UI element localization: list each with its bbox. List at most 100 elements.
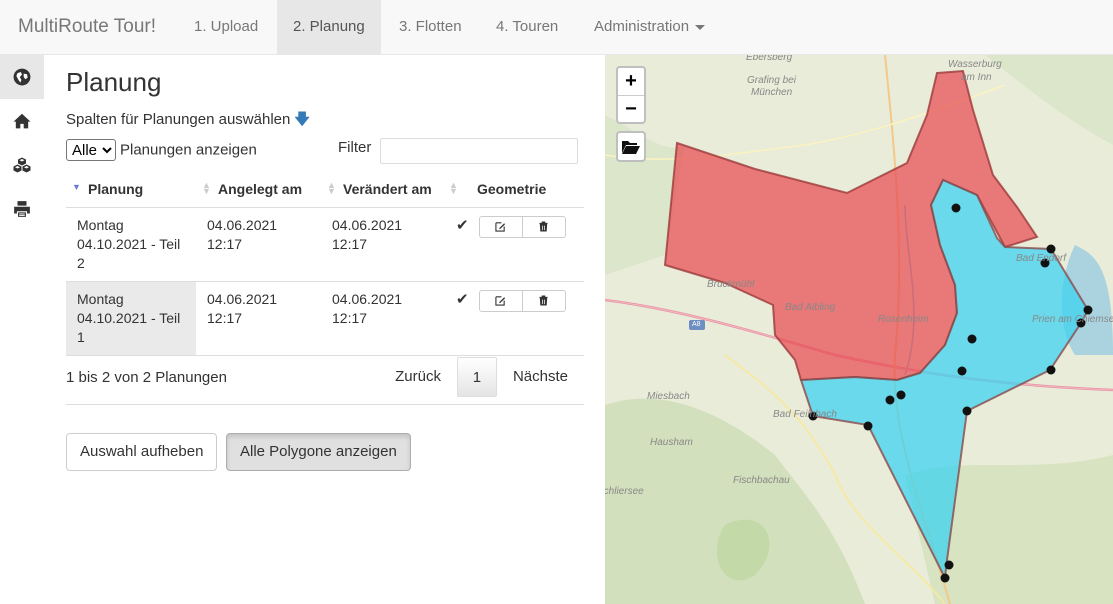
column-selector-link[interactable]: Spalten für Planungen auswählen 🡇: [66, 109, 310, 134]
caret-down-icon: [695, 24, 706, 30]
edit-icon: [495, 296, 506, 306]
column-header-veraendert[interactable]: ▲ ▼ Verändert am: [321, 171, 449, 208]
navbar: MultiRoute Tour! 1. Upload 2. Planung 3.…: [0, 0, 1113, 55]
sort-both-icon: ▲ ▼: [449, 180, 458, 196]
cell-text: Montag: [77, 216, 124, 233]
column-header-label: Geometrie: [477, 180, 547, 197]
map-label-town: Schliersee: [605, 486, 644, 497]
zoom-in-button[interactable]: +: [618, 68, 644, 95]
edit-geometry-button[interactable]: [478, 289, 523, 312]
cell-planung: Montag 04.10.2021 - Teil 1: [66, 281, 196, 356]
column-header-label: Planung: [88, 180, 144, 197]
check-icon: ✔: [456, 216, 469, 234]
next-page-button[interactable]: Nächste: [497, 357, 584, 397]
map-label-town: Wasserburg: [948, 59, 1002, 70]
cell-angelegt: 04.06.2021 12:17: [196, 207, 321, 282]
cell-planung: Montag 04.10.2021 - Teil 2: [66, 207, 196, 282]
delete-geometry-button[interactable]: [521, 289, 566, 312]
sort-both-icon: ▲ ▼: [202, 180, 211, 196]
column-header-angelegt[interactable]: ▲ ▼ Angelegt am: [196, 171, 321, 208]
map-canvas[interactable]: [605, 55, 1113, 604]
table-row[interactable]: Montag 04.10.2021 - Teil 1 04.06.2021 12:17…: [66, 281, 584, 356]
column-header-planung[interactable]: ▼ Planung: [66, 171, 196, 208]
nav-flotten[interactable]: 3. Flotten: [383, 0, 478, 54]
open-folder-button[interactable]: [616, 131, 646, 162]
cell-geometrie: ✔: [449, 207, 584, 282]
sidebar-cubes-button[interactable]: [0, 143, 44, 187]
length-select[interactable]: Alle: [66, 139, 116, 161]
arrow-down-icon: 🡇: [294, 111, 310, 128]
filter-control: Filter: [338, 138, 578, 164]
map-label-town: Bad Aibling: [785, 302, 836, 313]
map-label-town: Bad Endorf: [1016, 253, 1067, 264]
cell-geometrie: ✔: [449, 281, 584, 356]
sidebar-globe-button[interactable]: [0, 55, 44, 99]
table-row[interactable]: Montag 04.10.2021 - Teil 2 04.06.2021 12:17…: [66, 207, 584, 282]
map-label-town: Fischbachau: [733, 475, 790, 486]
cell-text: 04.06.2021: [207, 290, 278, 307]
motorway-shield: A8: [692, 321, 701, 328]
column-selector-label: Spalten für Planungen auswählen: [66, 111, 291, 128]
trash-icon: [539, 221, 548, 232]
column-header-geometrie[interactable]: ▲ ▼ Geometrie: [449, 171, 584, 208]
nav-administration-label: Administration: [594, 18, 690, 35]
map-label-town: Miesbach: [647, 391, 690, 402]
cell-text: 04.06.2021: [207, 216, 278, 233]
cell-text: Montag: [77, 290, 124, 307]
table-info: 1 bis 2 von 2 Planungen: [66, 369, 227, 386]
clear-selection-button[interactable]: Auswahl aufheben: [66, 433, 218, 471]
map-label-town: Prien am Chiemsee: [1032, 314, 1113, 325]
edit-icon: [495, 222, 506, 232]
cell-text: 12:17: [207, 235, 243, 252]
cell-text: 12:17: [207, 309, 243, 326]
page-1-button[interactable]: 1: [456, 357, 497, 397]
delete-geometry-button[interactable]: [521, 215, 566, 238]
map-label-town: Rosenheim: [878, 314, 929, 325]
nav-touren[interactable]: 4. Touren: [480, 0, 574, 54]
folder-open-icon: [622, 140, 640, 154]
map-label-town: am Inn: [961, 72, 992, 83]
trash-icon: [539, 295, 548, 306]
home-icon: [13, 113, 31, 129]
edit-geometry-button[interactable]: [478, 215, 523, 238]
cell-veraendert: 04.06.2021 12:17: [321, 281, 449, 356]
planung-panel: Planung Spalten für Planungen auswählen 🡇…: [66, 55, 584, 604]
cell-text: 1: [77, 328, 85, 345]
map-label-town: Hausham: [650, 437, 693, 448]
planung-table: ▼ Planung ▲ ▼ Angelegt am ▲ ▼ Verändert am ▲ ▼…: [66, 171, 584, 356]
check-icon: ✔: [456, 290, 469, 308]
sort-both-icon: ▲ ▼: [327, 180, 336, 196]
map-label-town: Bruckmühl: [707, 279, 755, 290]
cell-text: 04.10.2021 - Teil: [77, 309, 181, 326]
map-view[interactable]: Ebersberg Wasserburg am Inn Grafing bei …: [605, 55, 1113, 604]
cell-angelegt: 04.06.2021 12:17: [196, 281, 321, 356]
cell-text: 12:17: [332, 309, 368, 326]
filter-label: Filter: [338, 139, 372, 156]
map-label-town: Bad Feilnbach: [773, 409, 837, 420]
cell-text: 2: [77, 254, 85, 271]
sidebar-home-button[interactable]: [0, 99, 44, 143]
zoom-out-button[interactable]: −: [618, 95, 644, 122]
page-title: Planung: [66, 67, 162, 97]
nav-administration[interactable]: Administration: [578, 0, 721, 54]
nav-upload[interactable]: 1. Upload: [178, 0, 274, 54]
column-header-label: Angelegt am: [218, 180, 303, 197]
sidebar-print-button[interactable]: [0, 187, 44, 231]
column-header-label: Verändert am: [343, 180, 432, 197]
sidebar: [0, 55, 44, 604]
length-label: Planungen anzeigen: [120, 141, 257, 159]
print-icon: [14, 201, 30, 217]
filter-input[interactable]: [380, 138, 578, 164]
cell-text: 04.06.2021: [332, 290, 403, 307]
prev-page-button[interactable]: Zurück: [379, 357, 457, 397]
brand-link[interactable]: MultiRoute Tour!: [18, 16, 156, 38]
show-all-polygons-button[interactable]: Alle Polygone anzeigen: [226, 433, 411, 471]
length-control: AllePlanungen anzeigen: [66, 139, 257, 161]
pagination: Zurück 1 Nächste: [379, 357, 584, 397]
globe-icon: [13, 68, 31, 86]
map-label-town: München: [751, 87, 793, 98]
cell-text: 04.10.2021 - Teil: [77, 235, 181, 252]
nav-planung[interactable]: 2. Planung: [277, 0, 381, 54]
map-label-town: Grafing bei: [747, 75, 796, 86]
cell-veraendert: 04.06.2021 12:17: [321, 207, 449, 282]
